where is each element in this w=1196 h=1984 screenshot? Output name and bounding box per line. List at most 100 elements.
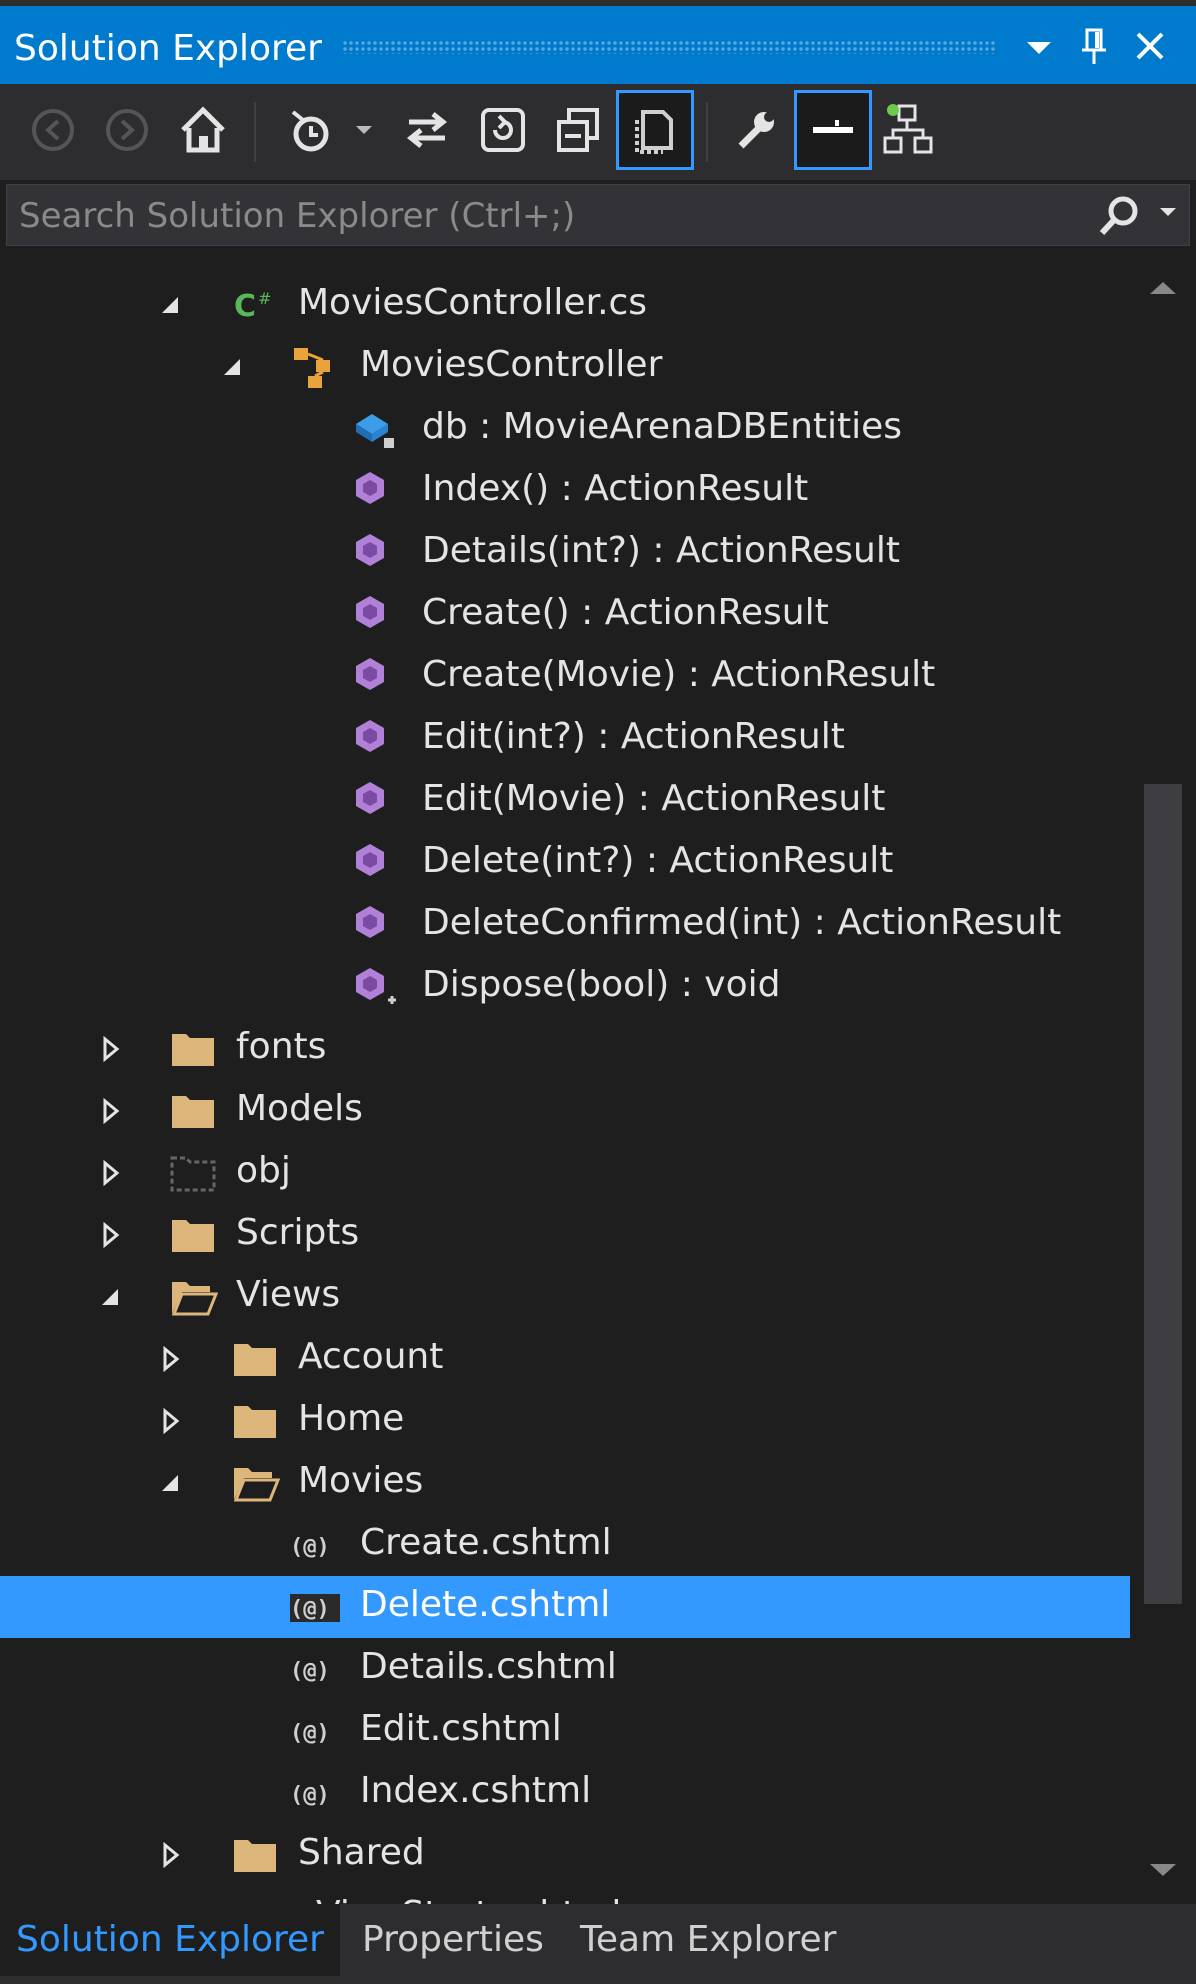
collapsed-arrow-icon[interactable] xyxy=(98,1160,124,1186)
tree-node-label: Delete.cshtml xyxy=(360,1584,611,1625)
tree-node-label: Shared xyxy=(298,1832,425,1873)
tree-node-method[interactable]: Details(int?) : ActionResult xyxy=(0,522,1130,584)
tree-node-method[interactable]: DeleteConfirmed(int) : ActionResult xyxy=(0,894,1130,956)
class-diagram-icon[interactable] xyxy=(870,90,948,170)
collapsed-arrow-icon[interactable] xyxy=(158,1346,184,1372)
expanded-arrow-icon[interactable] xyxy=(158,1470,184,1496)
tree-node-label: Home xyxy=(298,1398,405,1439)
tree-node-file[interactable]: (@) Edit.cshtml xyxy=(0,1700,1130,1762)
collapsed-arrow-icon[interactable] xyxy=(98,1036,124,1062)
tree-node-folder[interactable]: Views xyxy=(0,1266,1130,1328)
method-icon xyxy=(356,658,384,690)
svg-text:C: C xyxy=(234,289,256,324)
tree-node-field[interactable]: db : MovieArenaDBEntities xyxy=(0,398,1130,460)
collapsed-arrow-icon[interactable] xyxy=(158,1408,184,1434)
tool-window-tabs: Solution Explorer Properties Team Explor… xyxy=(0,1904,1196,1984)
tree-node-method[interactable]: Edit(Movie) : ActionResult xyxy=(0,770,1130,832)
expanded-arrow-icon[interactable] xyxy=(158,292,184,318)
razor-file-icon: (@) xyxy=(290,1783,330,1808)
tree-node-label: Movies xyxy=(298,1460,424,1501)
tree-node-file[interactable]: C # MoviesController.cs xyxy=(0,274,1130,336)
tree-node-class[interactable]: MoviesController xyxy=(0,336,1130,398)
tab-team-explorer[interactable]: Team Explorer xyxy=(564,1904,864,1976)
tab-properties[interactable]: Properties xyxy=(346,1904,564,1976)
collapsed-arrow-icon[interactable] xyxy=(98,1222,124,1248)
method-icon xyxy=(356,906,384,938)
refresh-icon[interactable] xyxy=(464,90,542,170)
filter-dropdown-icon[interactable] xyxy=(346,90,382,170)
svg-text:(@): (@) xyxy=(290,1783,330,1808)
scroll-down-arrow-icon[interactable] xyxy=(1144,1860,1182,1880)
toolbar-separator xyxy=(706,102,708,162)
method-icon xyxy=(356,472,384,504)
folder-icon xyxy=(172,1096,214,1128)
pin-icon[interactable] xyxy=(1070,20,1118,72)
tree-node-file[interactable]: (@) Create.cshtml xyxy=(0,1514,1130,1576)
show-all-files-icon[interactable] xyxy=(616,90,694,170)
tree-node-folder[interactable]: Models xyxy=(0,1080,1130,1142)
search-input[interactable] xyxy=(17,191,1081,241)
tree-node-folder[interactable]: Shared xyxy=(0,1824,1130,1886)
protected-method-icon xyxy=(356,968,396,1004)
tree-node-label: fonts xyxy=(236,1026,327,1067)
tree-node-method[interactable]: Dispose(bool) : void xyxy=(0,956,1130,1018)
tree-node-file-selected[interactable]: (@) Delete.cshtml xyxy=(0,1576,1130,1638)
pending-changes-filter-icon[interactable] xyxy=(276,90,354,170)
tree-node-label: Views xyxy=(236,1274,341,1315)
tree-node-folder[interactable]: obj xyxy=(0,1142,1130,1204)
tree-node-method[interactable]: Edit(int?) : ActionResult xyxy=(0,708,1130,770)
class-icon xyxy=(294,348,330,388)
tree-node-file[interactable]: (@) _ViewStart.cshtml xyxy=(0,1886,1130,1904)
tree-node-folder[interactable]: fonts xyxy=(0,1018,1130,1080)
tree-node-method[interactable]: Index() : ActionResult xyxy=(0,460,1130,522)
tree-node-file[interactable]: (@) Details.cshtml xyxy=(0,1638,1130,1700)
method-icon xyxy=(356,534,384,566)
expanded-arrow-icon[interactable] xyxy=(220,354,246,380)
search-icon[interactable] xyxy=(1095,193,1143,243)
tab-solution-explorer[interactable]: Solution Explorer xyxy=(0,1904,340,1976)
tree-node-label: db : MovieArenaDBEntities xyxy=(422,406,903,447)
razor-file-icon: (@) xyxy=(290,1721,330,1746)
tree-node-method[interactable]: Create() : ActionResult xyxy=(0,584,1130,646)
vertical-scrollbar[interactable] xyxy=(1130,254,1196,1904)
tree-node-folder[interactable]: Scripts xyxy=(0,1204,1130,1266)
tree-node-file[interactable]: (@) Index.cshtml xyxy=(0,1762,1130,1824)
method-icon xyxy=(356,844,384,876)
folder-icon xyxy=(234,1840,276,1872)
title-bar: Solution Explorer xyxy=(0,0,1196,84)
back-icon[interactable] xyxy=(14,90,92,170)
home-icon[interactable] xyxy=(164,90,242,170)
tree-node-method[interactable]: Delete(int?) : ActionResult xyxy=(0,832,1130,894)
expanded-arrow-icon[interactable] xyxy=(98,1284,124,1310)
svg-text:(@): (@) xyxy=(290,1721,330,1746)
tree-node-folder[interactable]: Movies xyxy=(0,1452,1130,1514)
tree-node-label: Account xyxy=(298,1336,444,1377)
preview-selected-items-icon[interactable] xyxy=(794,90,872,170)
tree-node-label: Details(int?) : ActionResult xyxy=(422,530,900,571)
tree-node-method[interactable]: Create(Movie) : ActionResult xyxy=(0,646,1130,708)
collapse-all-icon[interactable] xyxy=(540,90,618,170)
razor-file-icon: (@) xyxy=(230,1892,282,1904)
tree-node-label: _ViewStart.cshtml xyxy=(298,1894,621,1904)
collapsed-arrow-icon[interactable] xyxy=(98,1098,124,1124)
sync-with-active-document-icon[interactable] xyxy=(388,90,466,170)
tree-node-folder[interactable]: Home xyxy=(0,1390,1130,1452)
tree-node-label: Details.cshtml xyxy=(360,1646,617,1687)
tree-node-label: obj xyxy=(236,1150,291,1191)
scroll-up-arrow-icon[interactable] xyxy=(1144,278,1182,298)
window-position-dropdown-icon[interactable] xyxy=(1015,20,1063,72)
tree-node-label: Delete(int?) : ActionResult xyxy=(422,840,894,881)
properties-wrench-icon[interactable] xyxy=(716,90,794,170)
scrollbar-thumb[interactable] xyxy=(1144,784,1182,1604)
search-options-dropdown-icon[interactable] xyxy=(1157,203,1179,225)
forward-icon[interactable] xyxy=(88,90,166,170)
tree-node-label: Index() : ActionResult xyxy=(422,468,809,509)
window-title: Solution Explorer xyxy=(14,28,322,69)
close-icon[interactable] xyxy=(1126,20,1174,72)
title-grip[interactable] xyxy=(342,40,996,54)
search-box xyxy=(6,184,1190,246)
tree-node-folder[interactable]: Account xyxy=(0,1328,1130,1390)
tree-node-label: Models xyxy=(236,1088,363,1129)
tree-node-label: Create(Movie) : ActionResult xyxy=(422,654,936,695)
collapsed-arrow-icon[interactable] xyxy=(158,1842,184,1868)
